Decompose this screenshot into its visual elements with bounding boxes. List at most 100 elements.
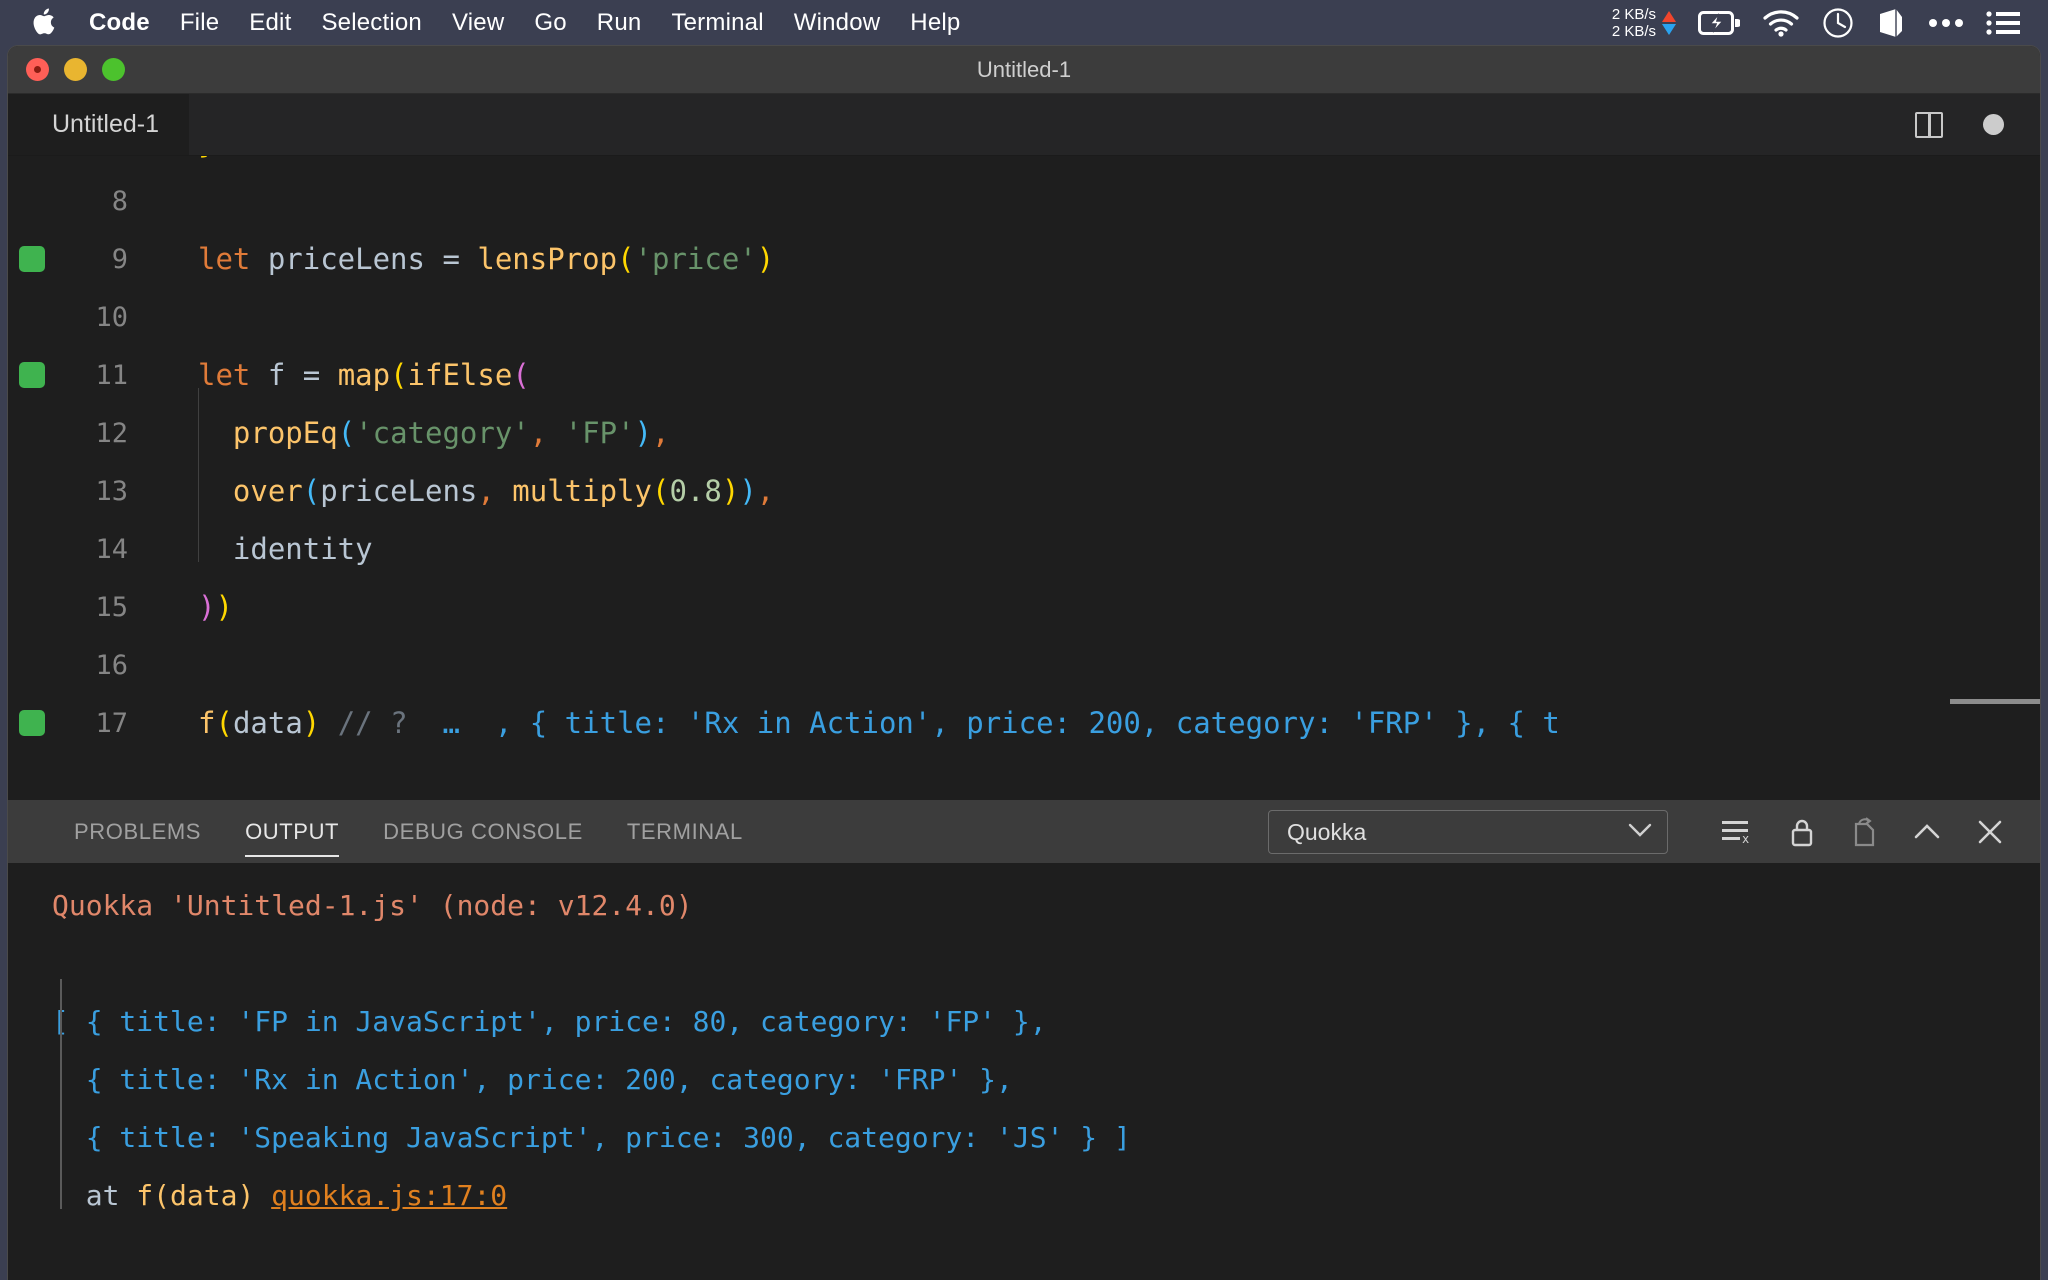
code-token: priceLens xyxy=(320,474,478,508)
menu-item-edit[interactable]: Edit xyxy=(234,0,306,46)
code-token: ) xyxy=(739,474,757,508)
minimize-window-button[interactable] xyxy=(64,58,87,81)
svg-text:x: x xyxy=(1742,832,1749,846)
menu-item-code[interactable]: Code xyxy=(74,0,165,46)
line-number: 15 xyxy=(95,591,128,623)
code-line[interactable]: 12 propEq('category', 'FP'), xyxy=(8,404,2040,462)
trace-source-link[interactable]: quokka.js:17:0 xyxy=(271,1179,507,1212)
code-token: , xyxy=(652,416,670,450)
download-arrow-icon xyxy=(1662,24,1676,35)
menu-item-window[interactable]: Window xyxy=(779,0,896,46)
battery-charging-icon[interactable] xyxy=(1698,10,1740,36)
line-number: 11 xyxy=(95,359,128,391)
close-window-button[interactable] xyxy=(26,58,49,81)
code-line[interactable]: 16 xyxy=(8,636,2040,694)
code-token: let xyxy=(198,242,268,276)
editor-actions xyxy=(1915,94,2040,155)
lock-scroll-icon[interactable] xyxy=(1788,816,1816,848)
tab-untitled-1[interactable]: Untitled-1 xyxy=(8,94,190,155)
line-number: 13 xyxy=(95,475,128,507)
clear-output-icon[interactable]: x xyxy=(1720,817,1754,847)
panel-header: PROBLEMS OUTPUT DEBUG CONSOLE TERMINAL Q… xyxy=(8,801,2040,863)
tab-output[interactable]: OUTPUT xyxy=(223,801,361,863)
editor-horizontal-scrollbar[interactable] xyxy=(8,699,2040,704)
trace-function: f(data) xyxy=(136,1179,272,1212)
code-token: identity xyxy=(198,532,373,566)
tab-problems[interactable]: PROBLEMS xyxy=(52,801,223,863)
output-line: { title: 'Rx in Action', price: 200, cat… xyxy=(52,1063,1013,1096)
code-token: ) xyxy=(215,590,233,624)
line-number: 7 xyxy=(56,156,142,159)
code-token: ifElse xyxy=(407,358,513,392)
open-in-editor-icon[interactable] xyxy=(1850,816,1878,848)
control-center-icon[interactable] xyxy=(1986,10,2020,36)
menu-item-run[interactable]: Run xyxy=(582,0,657,46)
zoom-window-button[interactable] xyxy=(102,58,125,81)
code-text: } xyxy=(142,156,2040,160)
code-token: , xyxy=(477,474,513,508)
code-line[interactable]: 15)) xyxy=(8,578,2040,636)
split-editor-icon[interactable] xyxy=(1915,111,1943,138)
tab-debug-console[interactable]: DEBUG CONSOLE xyxy=(361,801,605,863)
quokka-coverage-indicator[interactable] xyxy=(8,362,56,388)
code-line[interactable]: 7} xyxy=(8,156,2040,172)
unsaved-dot-icon[interactable] xyxy=(1983,114,2004,135)
tab-terminal[interactable]: TERMINAL xyxy=(605,801,765,863)
code-token: ( xyxy=(390,358,408,392)
code-line[interactable]: 13 over(priceLens, multiply(0.8)), xyxy=(8,462,2040,520)
menu-item-help[interactable]: Help xyxy=(895,0,975,46)
macos-menu-bar: Code File Edit Selection View Go Run Ter… xyxy=(0,0,2048,46)
code-text: let priceLens = lensProp('price') xyxy=(142,242,2040,276)
code-token: 0.8 xyxy=(669,474,722,508)
code-token: = xyxy=(442,242,478,276)
line-number: 8 xyxy=(111,185,128,217)
scrollbar-thumb[interactable] xyxy=(1950,699,2040,704)
menu-item-selection[interactable]: Selection xyxy=(306,0,437,46)
panel-actions: Quokka x xyxy=(1268,810,2040,854)
dropbox-icon[interactable] xyxy=(1876,7,1906,39)
menu-item-file[interactable]: File xyxy=(165,0,234,46)
coverage-square-icon xyxy=(19,246,45,272)
window-title: Untitled-1 xyxy=(976,56,1072,82)
code-line[interactable]: 8 xyxy=(8,172,2040,230)
code-token: map xyxy=(337,358,391,392)
maximize-panel-icon[interactable] xyxy=(1912,821,1942,843)
code-token: 'price' xyxy=(634,242,757,276)
code-token: data xyxy=(232,706,303,740)
quokka-coverage-indicator[interactable] xyxy=(8,710,56,736)
code-editor[interactable]: 7}89let priceLens = lensProp('price')101… xyxy=(8,156,2040,800)
apple-logo-icon[interactable] xyxy=(30,8,56,38)
trace-at-label: at xyxy=(52,1179,137,1212)
quokka-coverage-indicator[interactable] xyxy=(8,246,56,272)
chevron-down-icon xyxy=(1627,821,1653,844)
code-text: over(priceLens, multiply(0.8)), xyxy=(142,474,2040,508)
output-indent-guide xyxy=(60,979,62,1209)
code-token: ) xyxy=(302,706,321,740)
code-token: ( xyxy=(215,706,233,740)
code-line[interactable]: 14 identity xyxy=(8,520,2040,578)
code-token: priceLens xyxy=(267,242,443,276)
menu-item-view[interactable]: View xyxy=(437,0,519,46)
output-line: { title: 'Speaking JavaScript', price: 3… xyxy=(52,1121,1131,1154)
menu-item-go[interactable]: Go xyxy=(519,0,581,46)
line-number: 16 xyxy=(95,649,128,681)
line-number: 14 xyxy=(95,533,128,565)
code-line[interactable]: 9 let priceLens = lensProp('price') xyxy=(8,230,2040,288)
code-token: // ? xyxy=(320,706,443,740)
code-line[interactable]: 11 let f = map(ifElse( xyxy=(8,346,2040,404)
menu-item-terminal[interactable]: Terminal xyxy=(656,0,778,46)
close-panel-icon[interactable] xyxy=(1976,818,2004,846)
network-speed-indicator[interactable]: 2 KB/s 2 KB/s xyxy=(1612,6,1676,41)
output-body[interactable]: Quokka 'Untitled-1.js' (node: v12.4.0) [… xyxy=(8,863,2040,1280)
output-channel-select[interactable]: Quokka xyxy=(1268,810,1668,854)
wifi-icon[interactable] xyxy=(1762,9,1800,37)
coverage-square-icon xyxy=(19,362,45,388)
output-blank-line xyxy=(52,935,2040,993)
code-token: ( xyxy=(512,358,530,392)
code-line[interactable]: 10 xyxy=(8,288,2040,346)
output-header-line: Quokka 'Untitled-1.js' (node: v12.4.0) xyxy=(52,889,693,922)
ellipsis-icon[interactable] xyxy=(1928,17,1964,29)
code-token: 'FP' xyxy=(564,416,635,450)
clock-icon[interactable] xyxy=(1822,7,1854,39)
